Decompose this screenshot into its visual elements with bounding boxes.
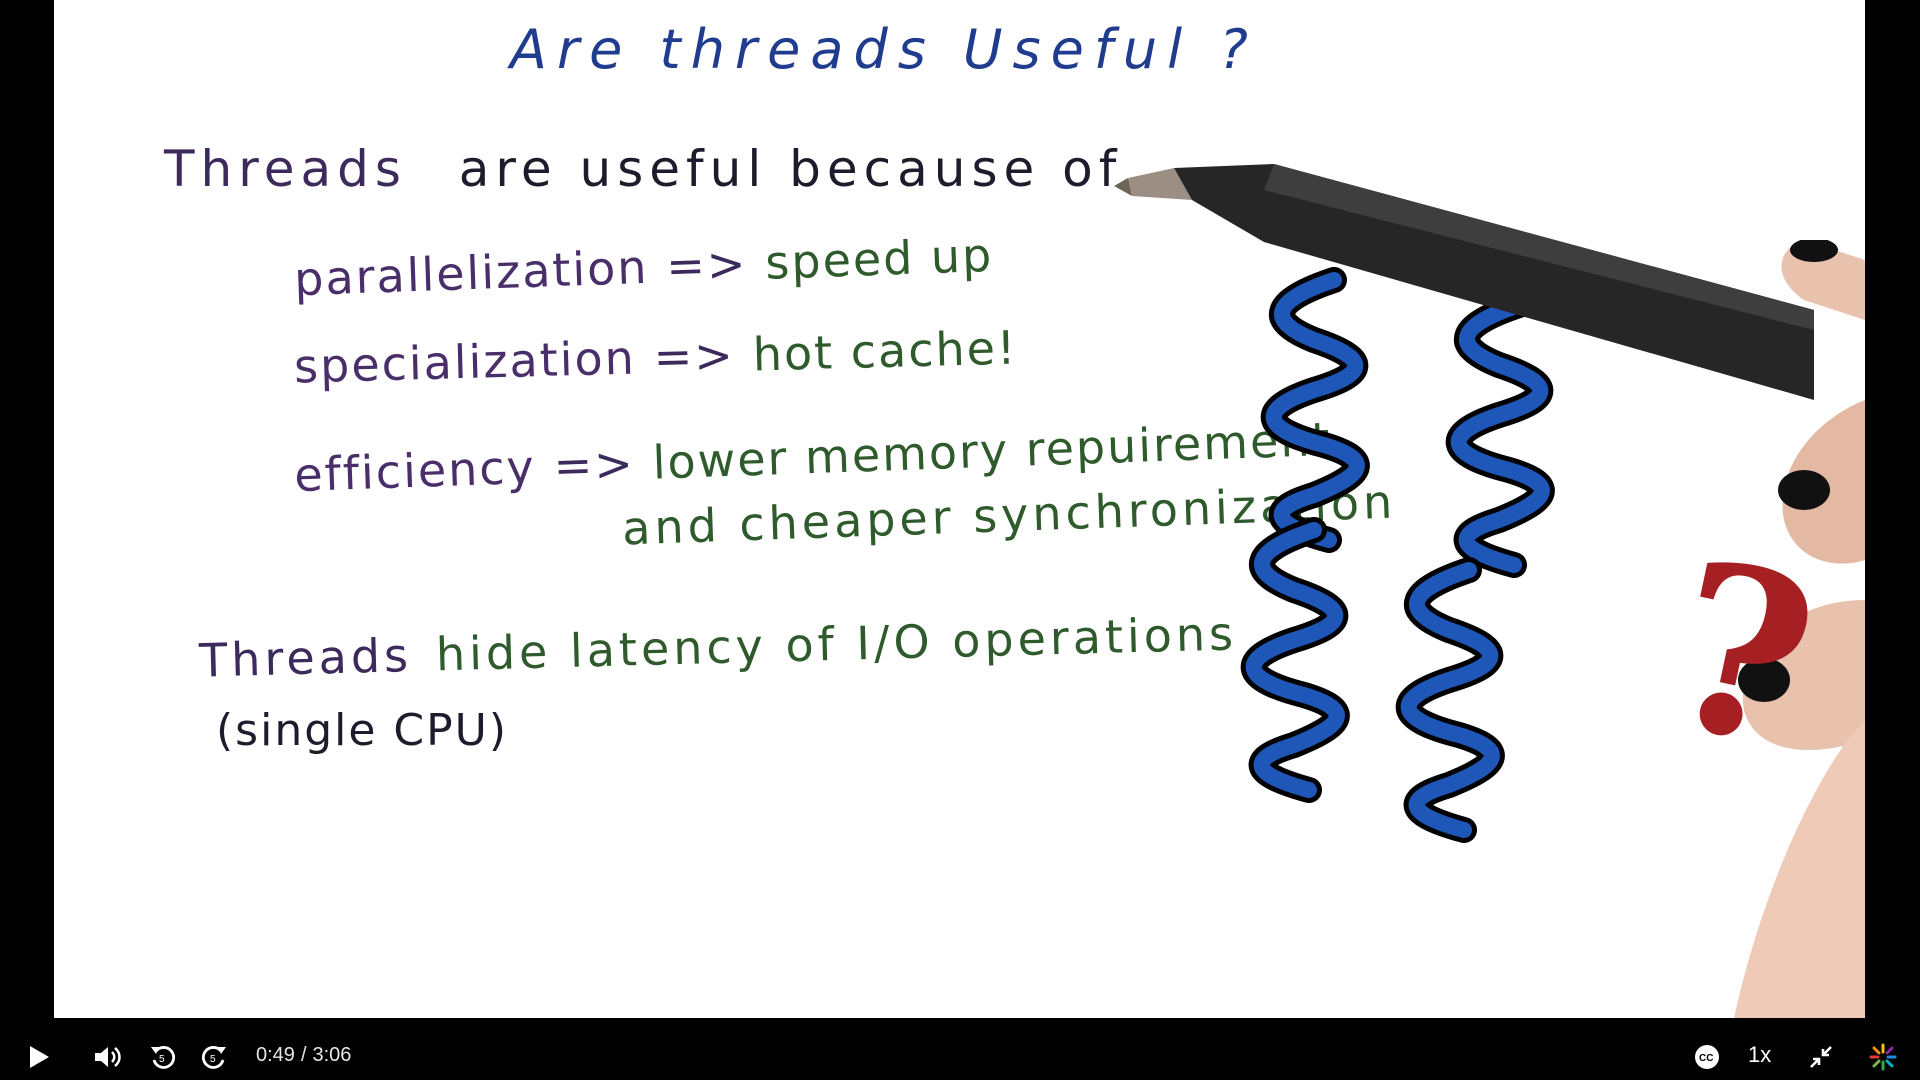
single-cpu-note: (single CPU) (216, 705, 509, 756)
rewind-button[interactable]: 5 (145, 1040, 181, 1074)
slide-title: Are threads Useful ? (510, 18, 1258, 81)
brand-logo-icon (1869, 1043, 1897, 1071)
volume-icon (95, 1047, 121, 1067)
captions-button[interactable]: CC (1690, 1040, 1724, 1074)
heading-useful-because: Threads are useful because of... (164, 140, 1184, 198)
forward-5-icon: 5 (201, 1046, 226, 1069)
svg-text:5: 5 (210, 1054, 216, 1065)
play-icon (30, 1046, 49, 1068)
forward-button[interactable]: 5 (196, 1040, 232, 1074)
video-frame[interactable]: Are threads Useful ? Threads are useful … (0, 0, 1920, 1018)
list-item-arrow: => (665, 236, 749, 294)
heading1-first-word: Threads (164, 140, 407, 198)
play-button[interactable] (22, 1040, 56, 1074)
exit-fullscreen-button[interactable] (1804, 1040, 1838, 1074)
time-display: 0:49/3:06 (256, 1044, 351, 1067)
list-item-arrow: => (653, 327, 736, 385)
heading-hide-latency: Threads hide latency of I/O operations (198, 606, 1237, 687)
list-item-term: efficiency (293, 439, 537, 503)
lecture-whiteboard: Are threads Useful ? Threads are useful … (54, 0, 1865, 1018)
list-item-parallelization: parallelization => speed up (293, 228, 994, 306)
svg-text:5: 5 (159, 1054, 165, 1065)
list-item-result: speed up (764, 227, 995, 290)
brand-logo[interactable] (1866, 1040, 1900, 1074)
heading2-rest: hide latency of I/O operations (435, 606, 1238, 682)
heading1-rest: are useful because of... (458, 140, 1185, 198)
svg-text:CC: CC (1699, 1053, 1713, 1064)
closed-captions-icon: CC (1695, 1045, 1719, 1069)
list-item-term: specialization (293, 330, 637, 394)
thread-squiggle-icon (1241, 517, 1350, 803)
volume-button[interactable] (90, 1040, 126, 1074)
list-item-term: parallelization (293, 239, 650, 307)
rewind-5-icon: 5 (151, 1046, 176, 1069)
time-separator: / (300, 1044, 307, 1066)
exit-fullscreen-icon (1810, 1046, 1832, 1068)
thread-squiggle-icon (1396, 557, 1505, 843)
current-time: 0:49 (256, 1044, 295, 1066)
list-item-specialization: specialization => hot cache! (293, 321, 1018, 394)
playback-speed-button[interactable]: 1x (1748, 1042, 1771, 1068)
duration: 3:06 (312, 1044, 352, 1066)
list-item-arrow: => (552, 436, 636, 494)
heading2-first-word: Threads (198, 628, 413, 688)
list-item-result: hot cache! (752, 320, 1019, 382)
